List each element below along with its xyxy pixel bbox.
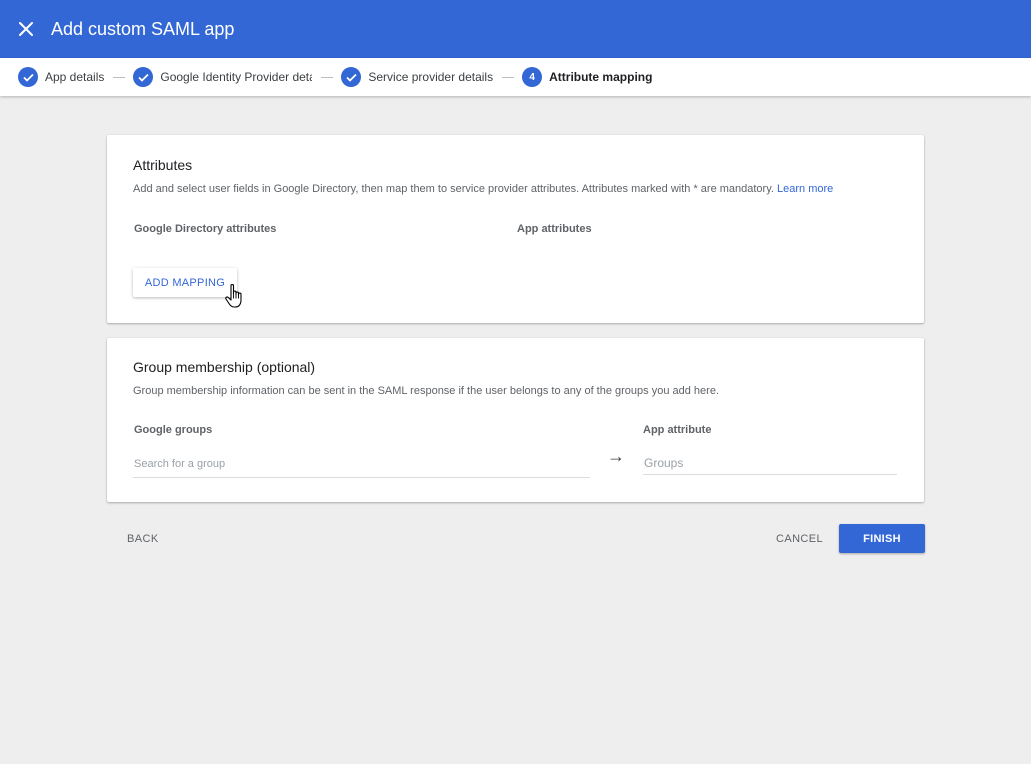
check-icon: [133, 67, 154, 87]
step-label: Google Identity Provider details: [160, 70, 313, 84]
app-attributes-header: App attributes: [517, 223, 592, 235]
group-search-input[interactable]: [133, 450, 590, 477]
step-service-provider-details[interactable]: Service provider details: [341, 67, 493, 87]
learn-more-link[interactable]: Learn more: [777, 183, 833, 195]
back-button[interactable]: BACK: [127, 533, 159, 545]
top-app-bar: Add custom SAML app: [0, 0, 1031, 58]
hand-pointer-icon: [225, 283, 242, 308]
groups-attribute-field: [643, 452, 897, 475]
step-divider: [113, 76, 126, 78]
group-membership-description: Group membership information can be sent…: [133, 385, 719, 397]
add-mapping-button[interactable]: ADD MAPPING: [133, 268, 237, 297]
cancel-button[interactable]: CANCEL: [776, 533, 823, 545]
stepper: App details Google Identity Provider det…: [0, 58, 1031, 96]
step-number-badge: 4: [522, 67, 543, 87]
group-search-field: [133, 450, 590, 478]
step-divider: [321, 76, 334, 78]
close-button[interactable]: [0, 0, 52, 58]
group-membership-title: Group membership (optional): [133, 359, 316, 375]
step-attribute-mapping[interactable]: 4 Attribute mapping: [522, 67, 652, 87]
app-attribute-header: App attribute: [643, 424, 712, 436]
group-membership-card: Group membership (optional) Group member…: [107, 338, 924, 502]
page-title: Add custom SAML app: [51, 18, 235, 39]
step-label: App details: [45, 70, 105, 84]
finish-button[interactable]: FINISH: [839, 524, 925, 553]
step-label: Attribute mapping: [549, 70, 653, 84]
step-app-details[interactable]: App details: [18, 67, 104, 87]
attributes-description: Add and select user fields in Google Dir…: [133, 183, 833, 195]
step-label: Service provider details: [368, 70, 494, 84]
google-groups-header: Google groups: [134, 424, 213, 436]
step-divider: [502, 76, 515, 78]
close-icon: [19, 22, 33, 36]
arrow-right-icon: →: [607, 446, 625, 466]
attributes-description-text: Add and select user fields in Google Dir…: [133, 183, 774, 195]
groups-attribute-input[interactable]: [643, 452, 897, 474]
google-directory-attributes-header: Google Directory attributes: [134, 223, 277, 235]
check-icon: [341, 67, 362, 87]
attributes-title: Attributes: [133, 157, 193, 173]
check-icon: [18, 67, 38, 87]
step-google-idp-details[interactable]: Google Identity Provider details: [133, 67, 312, 87]
